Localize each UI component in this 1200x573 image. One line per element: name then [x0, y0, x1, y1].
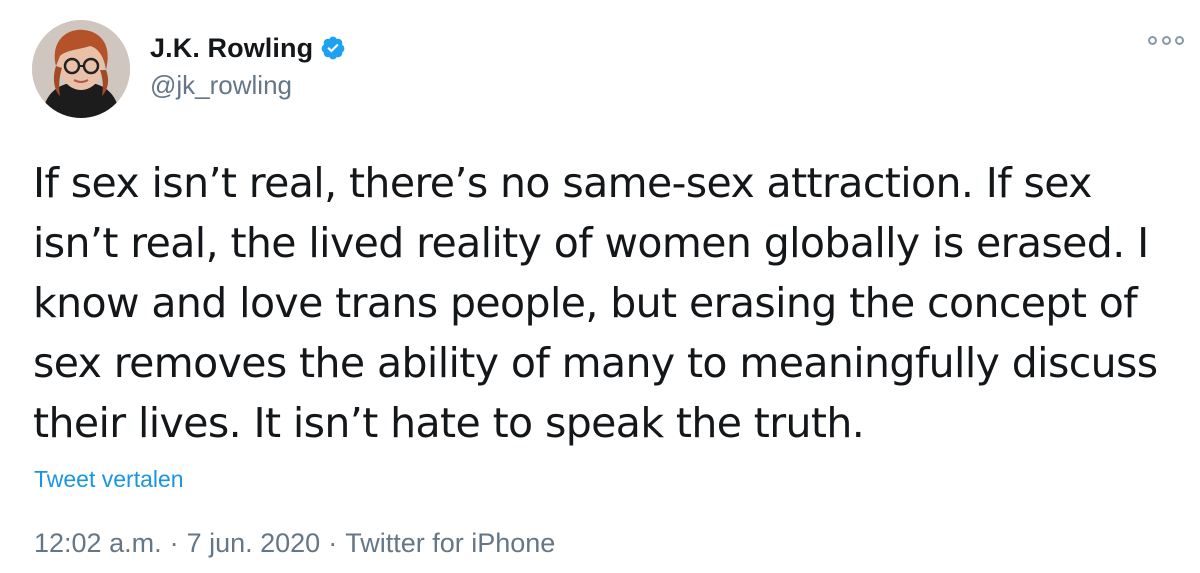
avatar[interactable] — [32, 20, 130, 118]
tweet-source[interactable]: Twitter for iPhone — [345, 528, 555, 559]
separator: · — [328, 528, 338, 558]
tweet-card: J.K. Rowling @jk_rowling If sex isn’t re… — [0, 0, 1200, 573]
separator: · — [169, 528, 179, 558]
tweet-text: If sex isn’t real, there’s no same-sex a… — [33, 159, 1158, 447]
author-name-row[interactable]: J.K. Rowling — [150, 28, 346, 68]
tweet-metadata: 12:02 a.m. · 7 jun. 2020 · Twitter for i… — [34, 528, 555, 559]
author-handle[interactable]: @jk_rowling — [150, 70, 292, 101]
author-display-name[interactable]: J.K. Rowling — [150, 33, 313, 64]
tweet-date[interactable]: 7 jun. 2020 — [187, 528, 321, 559]
more-options-icon[interactable] — [1148, 30, 1184, 50]
dot-icon — [1161, 35, 1171, 45]
dot-icon — [1175, 35, 1184, 45]
translate-tweet-link[interactable]: Tweet vertalen — [34, 466, 184, 493]
dot-icon — [1148, 35, 1157, 45]
tweet-time[interactable]: 12:02 a.m. — [34, 528, 162, 559]
verified-badge-icon — [320, 35, 346, 61]
avatar-image — [32, 20, 130, 118]
